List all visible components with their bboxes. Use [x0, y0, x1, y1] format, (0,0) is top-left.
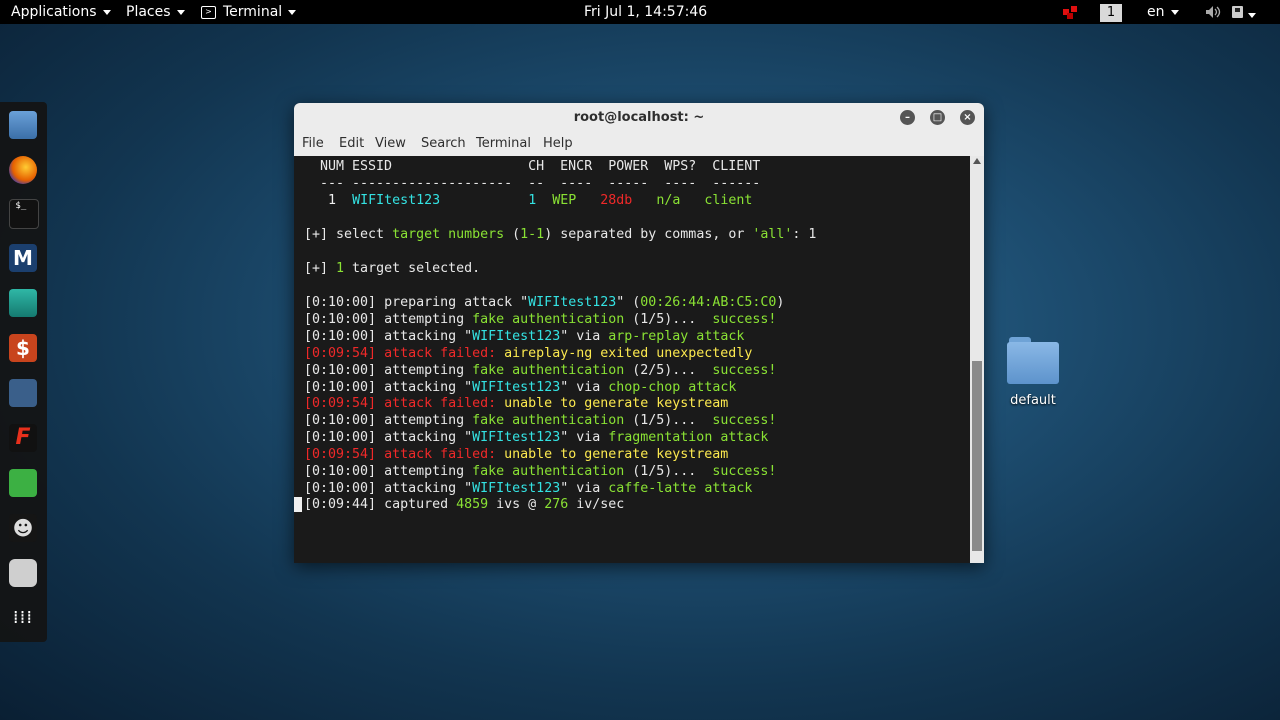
log-line: [0:10:00] attempting fake authentication…	[304, 362, 777, 378]
log-line: [0:09:54] attack failed: unable to gener…	[304, 447, 729, 463]
window-titlebar[interactable]: root@localhost: ~ – □ ×	[294, 103, 984, 132]
table-row: 1 WIFItest123 1 WEP 28db n/a client	[304, 192, 752, 209]
leafpad-icon[interactable]	[9, 469, 37, 497]
scrollbar[interactable]	[970, 156, 984, 563]
close-button[interactable]: ×	[960, 110, 975, 125]
scroll-up-icon[interactable]	[973, 158, 981, 164]
desktop-folder[interactable]: default	[1003, 337, 1063, 408]
armitage-icon[interactable]	[9, 289, 37, 317]
log-line: [0:10:00] attempting fake authentication…	[304, 311, 777, 327]
terminal-icon: >	[201, 5, 216, 19]
chevron-down-icon	[102, 9, 111, 15]
terminal-app-label: Terminal	[223, 4, 283, 20]
window-title: root@localhost: ~	[573, 110, 705, 125]
log-line: [0:10:00] preparing attack "WIFItest123"…	[304, 295, 785, 310]
menu-help[interactable]: Help	[543, 136, 573, 151]
log-line: [0:10:00] attacking "WIFItest123" via fr…	[304, 430, 769, 446]
language-menu[interactable]: en	[1147, 0, 1179, 24]
log-line: [0:10:00] attempting fake authentication…	[304, 464, 777, 479]
workspace-indicator[interactable]: 1	[1100, 0, 1122, 24]
target-selected-line: [+] 1 target selected.	[304, 261, 481, 276]
screenshot-icon[interactable]	[9, 559, 37, 587]
minimize-button[interactable]: –	[900, 110, 915, 125]
row-num: 1	[328, 193, 337, 208]
log-line: [0:10:00] attacking "WIFItest123" via ch…	[304, 379, 737, 395]
terminal-app-menu[interactable]: > Terminal	[201, 0, 297, 24]
volume-icon[interactable]	[1205, 0, 1221, 24]
folder-icon	[1005, 337, 1061, 385]
workspace-number: 1	[1100, 4, 1122, 22]
table-divider: --- -------------------- -- ---- ----- -…	[304, 176, 761, 191]
chevron-down-icon	[1170, 9, 1179, 15]
row-essid: WIFItest123	[352, 193, 441, 208]
log-line: [0:10:00] attacking "WIFItest123" via ca…	[304, 480, 753, 496]
terminal-window: root@localhost: ~ – □ × File Edit View S…	[294, 103, 984, 563]
row-client: client	[704, 193, 753, 208]
log-line: [0:09:54] attack failed: aireplay-ng exi…	[304, 345, 753, 361]
row-power: 28db	[600, 193, 633, 208]
log-line: [0:09:54] attack failed: unable to gener…	[304, 396, 729, 412]
power-icon	[1232, 6, 1243, 18]
faraday-icon[interactable]: F	[9, 424, 37, 452]
folder-label: default	[1010, 393, 1056, 408]
menu-bar: File Edit View Search Terminal Help	[294, 132, 984, 157]
chevron-down-icon	[176, 9, 185, 15]
captured-line: [0:09:44] captured 4859 ivs @ 276 iv/sec	[294, 496, 624, 513]
firefox-icon[interactable]	[9, 156, 37, 184]
log-line: [0:10:00] attempting fake authentication…	[304, 413, 777, 429]
table-header: NUM ESSID CH ENCR POWER WPS? CLIENT	[304, 159, 761, 174]
menu-search[interactable]: Search	[421, 136, 466, 151]
dock: $_ M $ F ☻ ⁞⁞⁞	[0, 102, 47, 642]
top-bar: Applications Places > Terminal Fri Jul 1,…	[0, 0, 1280, 24]
row-wps: n/a	[656, 193, 681, 208]
menu-edit[interactable]: Edit	[339, 136, 364, 151]
terminal-icon[interactable]: $_	[9, 199, 39, 229]
files-icon[interactable]	[9, 111, 37, 139]
log-line: [0:10:00] attacking "WIFItest123" via ar…	[304, 328, 745, 344]
select-prompt: [+] select target numbers (1-1) separate…	[304, 227, 817, 242]
maltego-icon[interactable]	[9, 379, 37, 407]
maximize-button[interactable]: □	[930, 110, 945, 125]
scrollbar-thumb[interactable]	[972, 361, 982, 551]
places-menu[interactable]: Places	[126, 0, 185, 24]
chevron-down-icon	[288, 9, 297, 15]
menu-view[interactable]: View	[375, 136, 406, 151]
chevron-down-icon	[1248, 12, 1256, 18]
row-encr: WEP	[552, 193, 577, 208]
power-menu[interactable]	[1231, 0, 1256, 24]
show-applications-icon[interactable]: ⁞⁞⁞	[9, 604, 37, 632]
menu-terminal[interactable]: Terminal	[476, 136, 531, 151]
row-ch: 1	[528, 193, 537, 208]
terminal-output[interactable]: NUM ESSID CH ENCR POWER WPS? CLIENT --- …	[294, 156, 970, 563]
text-cursor	[294, 496, 302, 512]
menu-file[interactable]: File	[302, 136, 324, 151]
network-indicator-icon[interactable]	[1062, 0, 1078, 24]
applications-menu[interactable]: Applications	[11, 0, 111, 24]
language-label: en	[1147, 4, 1165, 20]
clock[interactable]: Fri Jul 1, 14:57:46	[584, 0, 707, 24]
burpsuite-icon[interactable]: $	[9, 334, 37, 362]
applications-label: Applications	[11, 4, 97, 20]
places-label: Places	[126, 4, 171, 20]
cutycapt-icon[interactable]: ☻	[9, 514, 37, 542]
metasploit-icon[interactable]: M	[9, 244, 37, 272]
